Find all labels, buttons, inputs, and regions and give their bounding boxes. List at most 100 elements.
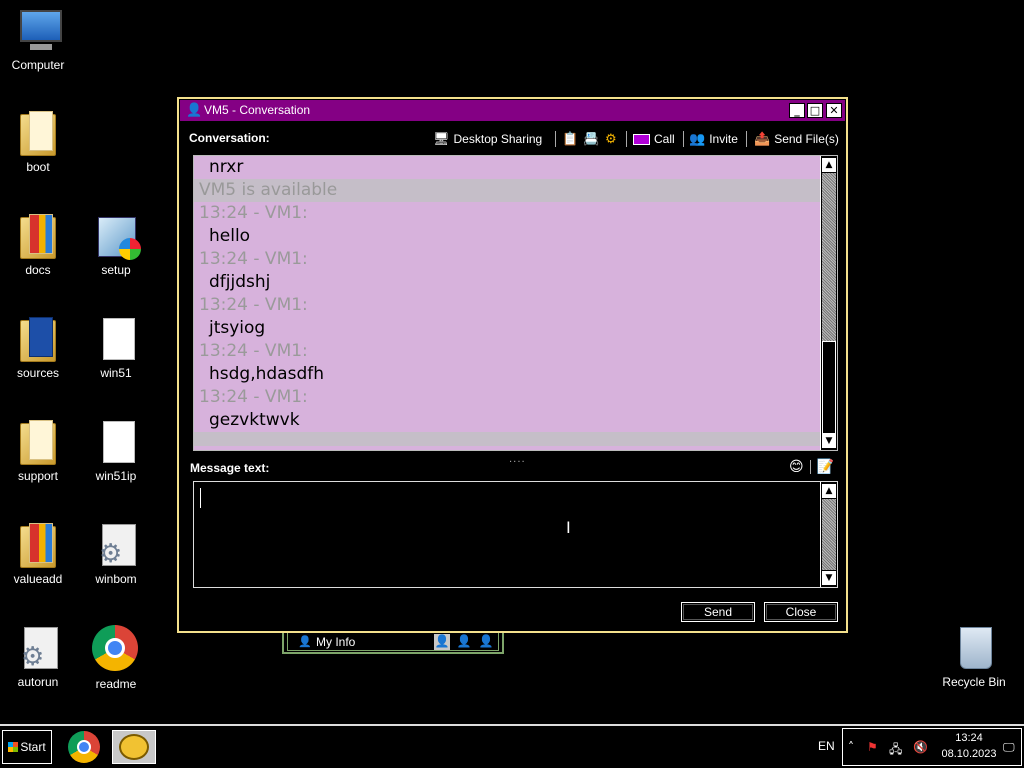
format-text-icon[interactable]: 📝	[817, 459, 834, 475]
desktop-icon-docs[interactable]: docs	[0, 213, 78, 277]
send-button[interactable]: Send	[681, 602, 755, 622]
person-icon: 👤	[298, 636, 312, 648]
start-button[interactable]: Start	[2, 730, 52, 764]
send-file-icon: 📤	[754, 131, 771, 146]
start-label: Start	[20, 740, 46, 754]
conversation-scrollbar[interactable]: ▲ ▼	[820, 156, 837, 450]
network-icon[interactable]: 🖧	[889, 740, 902, 761]
message-text: gezvktwvk	[209, 410, 300, 430]
desktop-icon-label: winbom	[95, 572, 137, 586]
gear-icon: ⚙	[605, 131, 617, 146]
taskbar-messenger[interactable]	[112, 730, 156, 764]
taskbar-chrome[interactable]	[62, 730, 106, 764]
volume-muted-icon[interactable]: 🔇	[913, 740, 928, 754]
clock-date: 08.10.2023	[941, 748, 997, 760]
desktop-icon-boot[interactable]: boot	[0, 110, 78, 174]
send-files-label: Send File(s)	[774, 132, 839, 146]
desktop-icon-recycle-bin[interactable]: Recycle Bin	[934, 625, 1014, 689]
recycle-bin-icon	[960, 627, 992, 669]
message-text: hello	[209, 226, 251, 246]
message-header: 13:24 - VM1:	[199, 249, 308, 269]
contact-card-icon: 📇	[583, 131, 600, 146]
message-tools: 😊 📝	[789, 459, 834, 475]
show-desktop-icon[interactable]: 🖵	[1003, 740, 1015, 755]
desktop-icon-valueadd[interactable]: valueadd	[0, 522, 78, 586]
desktop-icon-win51[interactable]: win51	[76, 316, 156, 380]
folder-icon	[20, 214, 56, 259]
settings-button[interactable]: ⚙	[605, 130, 617, 148]
message-scrollbar[interactable]: ▲ ▼	[820, 482, 837, 587]
action-center-flag-icon[interactable]: ⚑	[867, 740, 878, 754]
conversation-history[interactable]: nrxr VM5 is available 13:24 - VM1: hello 13:…	[193, 155, 838, 451]
call-button[interactable]: Call	[633, 130, 675, 148]
maximize-button[interactable]: □	[807, 103, 823, 118]
desktop-icon-label: Recycle Bin	[942, 675, 1006, 689]
taskbar: Start EN ˄ ⚑ 🖧 🔇 13:24 08.10.2023 🖵	[0, 724, 1024, 768]
close-window-button[interactable]: ✕	[826, 103, 842, 118]
notes-icon: 📋	[562, 131, 579, 146]
desktop-icon-computer[interactable]: Computer	[0, 8, 78, 72]
message-header: 13:24 - VM1:	[199, 295, 308, 315]
folder-icon	[20, 111, 56, 156]
scroll-down-arrow[interactable]: ▼	[822, 434, 836, 448]
message-text: nrxr	[209, 157, 244, 177]
desktop-icon-label: Computer	[11, 58, 65, 72]
minimize-button[interactable]: _	[789, 103, 805, 118]
desktop-icon-autorun[interactable]: autorun	[0, 625, 78, 689]
language-indicator[interactable]: EN	[818, 739, 835, 753]
clock-time: 13:24	[955, 732, 983, 744]
desktop-sharing-button[interactable]: 🖥 Desktop Sharing	[433, 130, 542, 148]
history-button[interactable]: 📋	[562, 130, 578, 148]
desktop-icon-winbom[interactable]: winbom	[76, 522, 156, 586]
message-text-label: Message text:	[190, 461, 270, 475]
message-text: hsdg,hdasdfh	[209, 364, 325, 384]
folder-icon	[20, 523, 56, 568]
conversation-window: 👤 VM5 - Conversation _ □ ✕ Conversation:…	[177, 97, 848, 633]
desktop-icon-label: docs	[25, 263, 51, 277]
contact-info-button[interactable]: 📇	[583, 130, 599, 148]
close-button[interactable]: Close	[764, 602, 838, 622]
title-bar[interactable]: 👤 VM5 - Conversation _ □ ✕	[180, 100, 845, 121]
desktop-icon-readme[interactable]: readme	[76, 625, 156, 691]
folder-icon	[20, 420, 56, 465]
chrome-icon	[68, 731, 100, 763]
status-online-icon[interactable]: 👤	[434, 634, 450, 650]
desktop-icon-label: setup	[101, 263, 131, 277]
my-info-row[interactable]: 👤 My Info 👤 👤 👤	[287, 632, 499, 651]
desktop-icon-setup[interactable]: setup	[76, 213, 156, 277]
desktop-sharing-label: Desktop Sharing	[453, 132, 543, 146]
conversation-toolbar: Conversation: 🖥 Desktop Sharing 📋 📇 ⚙ Ca…	[189, 130, 839, 148]
message-text: jtsyiog	[209, 318, 266, 338]
toolbar-separator	[555, 131, 556, 147]
invite-people-icon: 👥	[689, 131, 706, 146]
scroll-track[interactable]	[822, 173, 836, 341]
status-offline-icon[interactable]: 👤	[478, 634, 494, 650]
my-info-label: My Info	[316, 635, 356, 649]
chrome-icon	[92, 625, 138, 671]
clock[interactable]: 13:24 08.10.2023	[939, 730, 999, 762]
video-call-icon	[633, 133, 650, 145]
scroll-down-arrow[interactable]: ▼	[822, 571, 836, 585]
status-message: VM5 is available	[194, 179, 821, 202]
message-header: 13:24 - VM1:	[199, 341, 308, 361]
scroll-up-arrow[interactable]: ▲	[822, 158, 836, 172]
pane-splitter[interactable]: ····	[509, 457, 526, 468]
invite-button[interactable]: 👥 Invite	[689, 130, 738, 148]
desktop-icon-support[interactable]: support	[0, 419, 78, 483]
desktop-icon-win51ip[interactable]: win51ip	[76, 419, 156, 483]
conversation-label: Conversation:	[189, 131, 270, 145]
message-input[interactable]: I ▲ ▼	[193, 481, 838, 588]
desktop-icon-label: sources	[16, 366, 60, 380]
scroll-up-arrow[interactable]: ▲	[822, 484, 836, 498]
emoticon-icon[interactable]: 😊	[789, 459, 804, 475]
settings-file-icon	[21, 627, 58, 672]
windows-logo-icon	[8, 742, 19, 752]
person-icon: 👤	[186, 103, 203, 118]
desktop-icon-sources[interactable]: sources	[0, 316, 78, 380]
scroll-track[interactable]	[822, 499, 836, 570]
status-away-icon[interactable]: 👤	[456, 634, 472, 650]
scroll-thumb[interactable]	[822, 341, 836, 434]
send-files-button[interactable]: 📤 Send File(s)	[754, 130, 839, 148]
system-tray: ˄ ⚑ 🖧 🔇 13:24 08.10.2023 🖵	[842, 728, 1022, 766]
show-hidden-icons-chevron-icon[interactable]: ˄	[848, 740, 854, 754]
